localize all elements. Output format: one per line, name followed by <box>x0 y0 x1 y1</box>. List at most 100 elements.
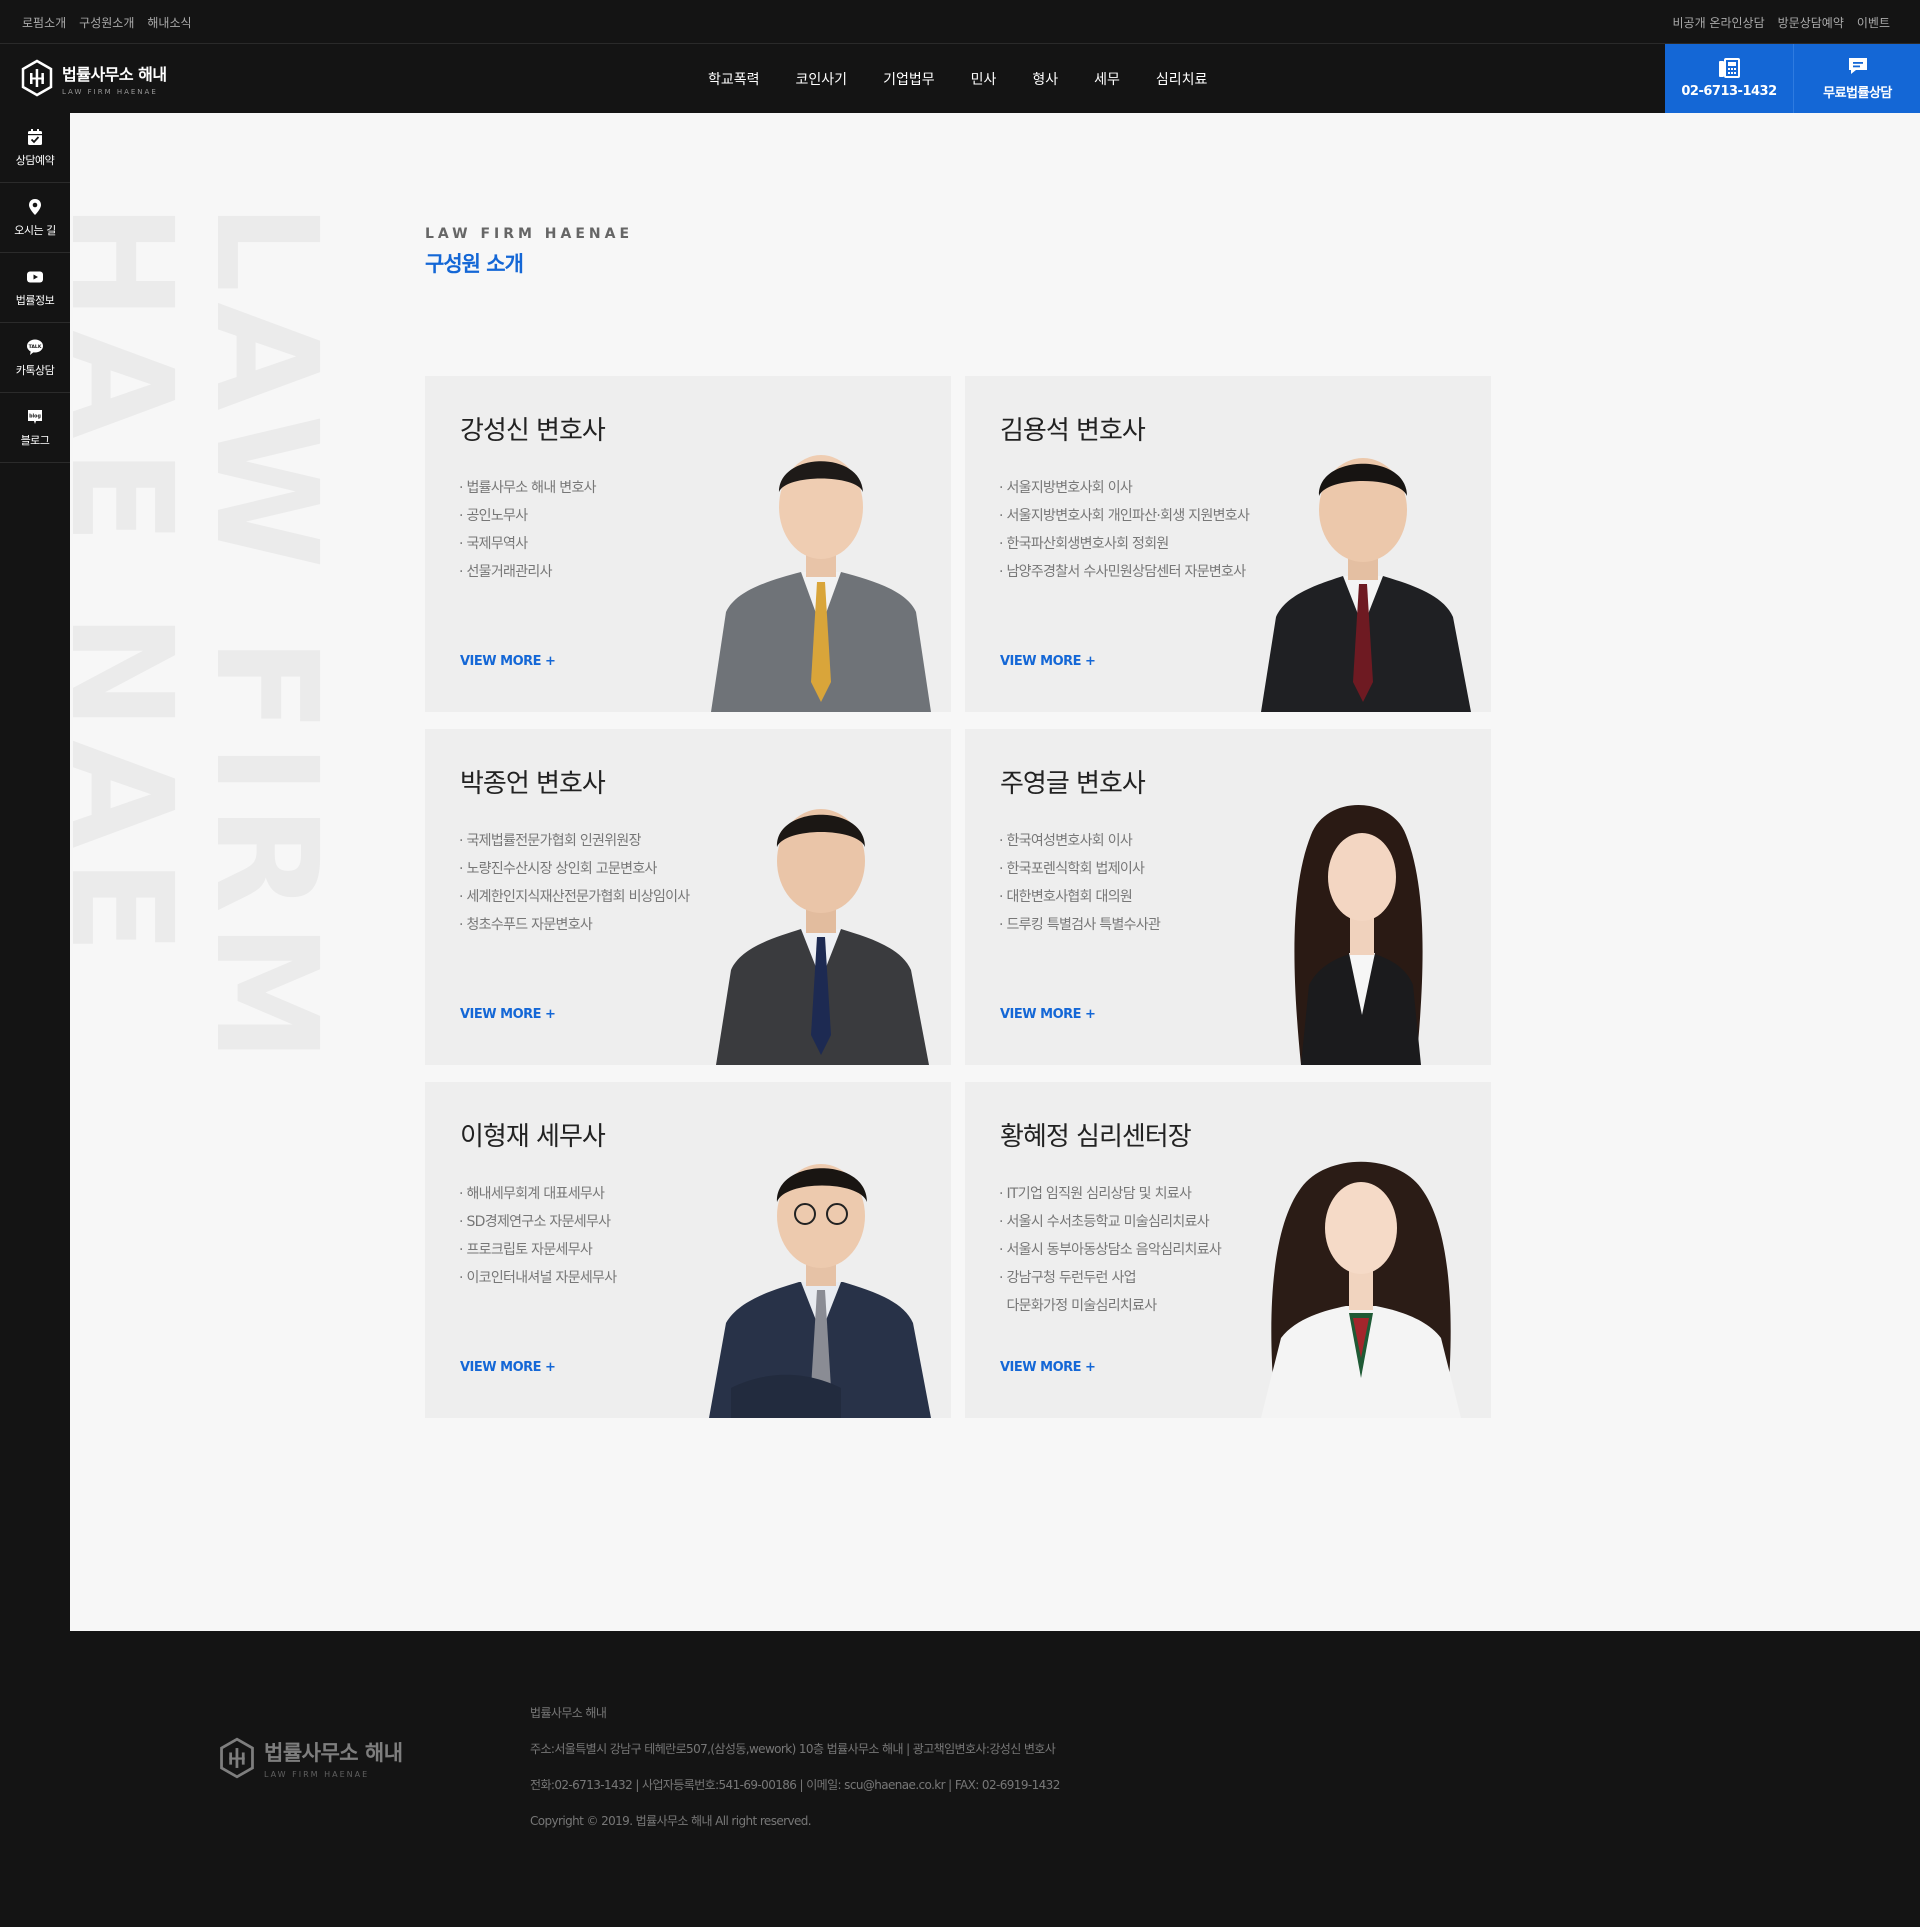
svg-text:blog: blog <box>29 413 41 419</box>
top-link-event[interactable]: 이벤트 <box>1857 14 1890 31</box>
member-card-kim[interactable]: 김용석 변호사 · 서울지방변호사회 이사 · 서울지방변호사회 개인파산·회생… <box>965 376 1491 712</box>
member-card-hwang[interactable]: 황혜정 심리센터장 · IT기업 임직원 심리상담 및 치료사 · 서울시 수서… <box>965 1082 1491 1418</box>
career-item: · 법률사무소 해내 변호사 <box>459 480 597 496</box>
footer-copyright: Copyright © 2019. 법률사무소 해내 All right res… <box>530 1814 812 1828</box>
main-nav: 학교폭력 코인사기 기업법무 민사 형사 세무 심리치료 <box>690 44 1225 113</box>
nav-school-violence[interactable]: 학교폭력 <box>690 69 778 89</box>
background-watermark-law-firm: LAW FIRM <box>184 203 347 1073</box>
career-item: · 세계한인지식재산전문가협회 비상임이사 <box>459 889 690 905</box>
section-eyebrow: LAW FIRM HAENAE <box>425 226 634 242</box>
phone-cta-button[interactable]: 02-6713-1432 <box>1665 44 1793 113</box>
members-section: LAW FIRM HAE NAE LAW FIRM HAENAE 구성원 소개 … <box>70 113 1920 1631</box>
nav-civil[interactable]: 민사 <box>953 69 1015 89</box>
quick-sidebar: 상담예약 오시는 길 법률정보 TALK 카톡상담 blog 블로그 <box>0 113 70 1631</box>
free-consult-button[interactable]: 무료법률상담 <box>1793 44 1920 113</box>
site-footer: 법률사무소 해내 LAW FIRM HAENAE 법률사무소 해내 주소:서울특… <box>0 1631 1920 1927</box>
sidebar-item-legal-info[interactable]: 법률정보 <box>0 253 70 323</box>
nav-corporate-law[interactable]: 기업법무 <box>865 69 953 89</box>
career-item: · 국제법률전문가협회 인권위원장 <box>459 833 641 849</box>
career-item: · 노량진수산시장 상인회 고문변호사 <box>459 861 657 877</box>
top-right-links: 비공개 온라인상담 방문상담예약 이벤트 <box>1672 0 1890 44</box>
footer-address: 주소:서울특별시 강남구 테헤란로507,(삼성동,wework) 10층 법률… <box>530 1742 1056 1756</box>
career-item: · 서울지방변호사회 개인파산·회생 지원변호사 <box>999 508 1250 524</box>
view-more-link[interactable]: VIEW MORE + <box>460 654 556 669</box>
calendar-check-icon <box>28 128 42 145</box>
career-item: · 서울시 동부아동상담소 음악심리치료사 <box>999 1242 1222 1258</box>
map-pin-icon <box>29 198 41 215</box>
top-link-private-online-consult[interactable]: 비공개 온라인상담 <box>1672 14 1764 31</box>
career-item: · 대한변호사협회 대의원 <box>999 889 1133 905</box>
top-link-visit-reservation[interactable]: 방문상담예약 <box>1778 14 1844 31</box>
chat-bubble-icon <box>1848 58 1867 74</box>
top-left-links: 로펌소개 구성원소개 해내소식 <box>22 0 192 44</box>
view-more-link[interactable]: VIEW MORE + <box>1000 654 1096 669</box>
career-item: · 청초수푸드 자문변호사 <box>459 917 593 933</box>
nav-therapy[interactable]: 심리치료 <box>1138 69 1226 89</box>
career-item: · 서울시 수서초등학교 미술심리치료사 <box>999 1214 1210 1230</box>
footer-logo-korean: 법률사무소 해내 <box>264 1741 403 1765</box>
career-item: · 남양주경찰서 수사민원상담센터 자문변호사 <box>999 564 1246 580</box>
top-link-members[interactable]: 구성원소개 <box>79 14 134 31</box>
free-consult-label: 무료법률상담 <box>1823 86 1892 101</box>
sidebar-item-blog[interactable]: blog 블로그 <box>0 393 70 463</box>
sidebar-item-directions[interactable]: 오시는 길 <box>0 183 70 253</box>
member-career-list: · 국제법률전문가협회 인권위원장 · 노량진수산시장 상인회 고문변호사 · … <box>459 827 690 939</box>
career-item: · 선물거래관리사 <box>459 564 552 580</box>
sidebar-item-kakao-consult[interactable]: TALK 카톡상담 <box>0 323 70 393</box>
career-item: · IT기업 임직원 심리상담 및 치료사 <box>999 1186 1192 1202</box>
career-item: · 서울지방변호사회 이사 <box>999 480 1133 496</box>
member-name: 박종언 변호사 <box>460 769 606 799</box>
member-portrait-photo <box>716 809 929 1065</box>
member-career-list: · 해내세무회계 대표세무사 · SD경제연구소 자문세무사 · 프로크립토 자… <box>459 1180 617 1292</box>
member-career-list: · IT기업 임직원 심리상담 및 치료사 · 서울시 수서초등학교 미술심리치… <box>999 1180 1222 1320</box>
career-item: · 프로크립토 자문세무사 <box>459 1242 593 1258</box>
footer-logo-english: LAW FIRM HAENAE <box>264 1770 370 1779</box>
logo-korean: 법률사무소 해내 <box>62 64 167 84</box>
career-item: · SD경제연구소 자문세무사 <box>459 1214 611 1230</box>
fax-phone-icon <box>1719 58 1740 78</box>
career-item: · 강남구청 두런두런 사업 <box>999 1270 1137 1286</box>
hexagon-logo-icon <box>21 59 53 97</box>
career-item: · 한국파산회생변호사회 정회원 <box>999 536 1169 552</box>
hexagon-logo-icon <box>220 1737 254 1779</box>
member-portrait-photo <box>709 1164 931 1418</box>
nav-criminal[interactable]: 형사 <box>1014 69 1076 89</box>
member-name: 황혜정 심리센터장 <box>1000 1122 1192 1152</box>
blog-icon: blog <box>28 409 42 424</box>
member-card-kang[interactable]: 강성신 변호사 · 법률사무소 해내 변호사 · 공인노무사 · 국제무역사 ·… <box>425 376 951 712</box>
nav-coin-fraud[interactable]: 코인사기 <box>778 69 866 89</box>
view-more-link[interactable]: VIEW MORE + <box>1000 1007 1096 1022</box>
footer-contact: 전화:02-6713-1432 | 사업자등록번호:541-69-00186 |… <box>530 1778 1060 1792</box>
footer-company-info: 법률사무소 해내 주소:서울특별시 강남구 테헤란로507,(삼성동,wewor… <box>530 1695 1060 1839</box>
career-item: · 이코인터내셔널 자문세무사 <box>459 1270 617 1286</box>
view-more-link[interactable]: VIEW MORE + <box>460 1360 556 1375</box>
main-header: 법률사무소 해내 LAW FIRM HAENAE 학교폭력 코인사기 기업법무 … <box>0 44 1920 113</box>
top-utility-bar: 로펌소개 구성원소개 해내소식 비공개 온라인상담 방문상담예약 이벤트 <box>0 0 1920 44</box>
page-title: 구성원 소개 <box>425 252 524 276</box>
footer-company-name: 법률사무소 해내 <box>530 1706 607 1720</box>
member-card-joo[interactable]: 주영글 변호사 · 한국여성변호사회 이사 · 한국포렌식학회 법제이사 · 대… <box>965 729 1491 1065</box>
member-career-list: · 서울지방변호사회 이사 · 서울지방변호사회 개인파산·회생 지원변호사 ·… <box>999 474 1250 586</box>
member-card-park[interactable]: 박종언 변호사 · 국제법률전문가협회 인권위원장 · 노량진수산시장 상인회 … <box>425 729 951 1065</box>
top-link-firm-intro[interactable]: 로펌소개 <box>22 14 66 31</box>
member-career-list: · 법률사무소 해내 변호사 · 공인노무사 · 국제무역사 · 선물거래관리사 <box>459 474 597 586</box>
career-item: · 국제무역사 <box>459 536 528 552</box>
career-item: · 한국여성변호사회 이사 <box>999 833 1133 849</box>
career-item: · 한국포렌식학회 법제이사 <box>999 861 1145 877</box>
member-portrait-photo <box>1261 458 1471 712</box>
member-card-lee[interactable]: 이형재 세무사 · 해내세무회계 대표세무사 · SD경제연구소 자문세무사 ·… <box>425 1082 951 1418</box>
member-name: 이형재 세무사 <box>460 1122 606 1152</box>
footer-logo: 법률사무소 해내 LAW FIRM HAENAE <box>218 1737 403 1779</box>
member-name: 주영글 변호사 <box>1000 769 1146 799</box>
youtube-icon <box>27 271 43 282</box>
career-item: · 공인노무사 <box>459 508 528 524</box>
top-link-news[interactable]: 해내소식 <box>147 14 191 31</box>
site-logo[interactable]: 법률사무소 해내 LAW FIRM HAENAE <box>20 57 167 99</box>
view-more-link[interactable]: VIEW MORE + <box>1000 1360 1096 1375</box>
member-name: 강성신 변호사 <box>460 416 606 446</box>
nav-tax[interactable]: 세무 <box>1076 69 1138 89</box>
view-more-link[interactable]: VIEW MORE + <box>460 1007 556 1022</box>
svg-text:TALK: TALK <box>29 343 42 349</box>
career-item: · 드루킹 특별검사 특별수사관 <box>999 917 1161 933</box>
sidebar-item-reservation[interactable]: 상담예약 <box>0 113 70 183</box>
